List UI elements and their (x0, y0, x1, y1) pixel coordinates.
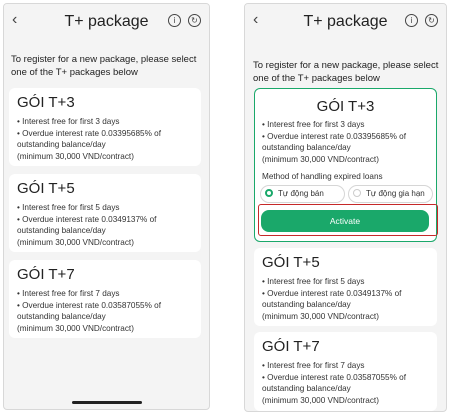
history-icon[interactable]: ↻ (425, 14, 438, 27)
minimum-text: (minimum 30,000 VND/contract) (17, 151, 134, 161)
balance-text: outstanding balance/day (17, 312, 106, 321)
overdue-rate-text: • Overdue interest rate 0.0349137% of (262, 288, 402, 298)
package-title: GÓI T+7 (17, 266, 75, 283)
balance-text: outstanding balance/day (262, 143, 351, 152)
option-label: Tự động bán (278, 189, 324, 198)
option-auto-extend[interactable]: Tự động gia hạn (348, 185, 433, 203)
minimum-text: (minimum 30,000 VND/contract) (262, 395, 379, 405)
balance-text: outstanding balance/day (17, 140, 106, 149)
option-auto-sell[interactable]: Tự động bán (260, 185, 345, 203)
free-days-text: • Interest free for first 5 days (262, 277, 365, 286)
minimum-text: (minimum 30,000 VND/contract) (17, 237, 134, 247)
balance-text: outstanding balance/day (262, 300, 351, 309)
phone-screen-left: ‹ T+ package i ↻ To register for a new p… (3, 3, 210, 410)
package-details: • Interest free for first 3 days • Overd… (17, 116, 161, 162)
intro-text: To register for a new package, please se… (11, 54, 197, 78)
app-header: ‹ T+ package i ↻ (4, 4, 209, 38)
package-card-t5[interactable]: GÓI T+5 • Interest free for first 5 days… (254, 248, 437, 326)
package-details: • Interest free for first 7 days • Overd… (17, 288, 161, 334)
expired-method-label: Method of handling expired loans (262, 172, 383, 181)
app-header: ‹ T+ package i ↻ (245, 4, 446, 38)
package-title: GÓI T+5 (17, 180, 75, 197)
highlight-box (258, 204, 438, 236)
phone-screen-right: ‹ T+ package i ↻ To register for a new p… (244, 3, 447, 412)
package-card-t7[interactable]: GÓI T+7 • Interest free for first 7 days… (254, 332, 437, 411)
overdue-rate-text: • Overdue interest rate 0.03587055% of (262, 372, 406, 382)
intro-text: To register for a new package, please se… (253, 60, 439, 84)
balance-text: outstanding balance/day (262, 384, 351, 393)
overdue-rate-text: • Overdue interest rate 0.03395685% of (17, 128, 161, 138)
option-label: Tự động gia hạn (366, 189, 425, 198)
minimum-text: (minimum 30,000 VND/contract) (262, 154, 379, 164)
package-title: GÓI T+5 (262, 254, 320, 271)
balance-text: outstanding balance/day (17, 226, 106, 235)
package-title: GÓI T+3 (17, 94, 75, 111)
free-days-text: • Interest free for first 7 days (262, 361, 365, 370)
radio-unselected-icon (353, 189, 361, 197)
radio-selected-icon (265, 189, 273, 197)
package-details: • Interest free for first 7 days • Overd… (262, 360, 406, 406)
free-days-text: • Interest free for first 5 days (17, 203, 120, 212)
minimum-text: (minimum 30,000 VND/contract) (17, 323, 134, 333)
info-icon[interactable]: i (168, 14, 181, 27)
history-icon[interactable]: ↻ (188, 14, 201, 27)
package-details: • Interest free for first 3 days • Overd… (262, 119, 406, 165)
overdue-rate-text: • Overdue interest rate 0.03587055% of (17, 300, 161, 310)
package-details: • Interest free for first 5 days • Overd… (262, 276, 401, 322)
overdue-rate-text: • Overdue interest rate 0.03395685% of (262, 131, 406, 141)
minimum-text: (minimum 30,000 VND/contract) (262, 311, 379, 321)
info-icon[interactable]: i (405, 14, 418, 27)
package-title: GÓI T+3 (316, 98, 375, 115)
home-indicator (71, 401, 142, 404)
package-card-t7[interactable]: GÓI T+7 • Interest free for first 7 days… (9, 260, 201, 338)
free-days-text: • Interest free for first 3 days (17, 117, 120, 126)
overdue-rate-text: • Overdue interest rate 0.0349137% of (17, 214, 157, 224)
package-title: GÓI T+7 (262, 338, 320, 355)
free-days-text: • Interest free for first 7 days (17, 289, 120, 298)
package-card-t3[interactable]: GÓI T+3 • Interest free for first 3 days… (9, 88, 201, 166)
package-details: • Interest free for first 5 days • Overd… (17, 202, 156, 248)
free-days-text: • Interest free for first 3 days (262, 120, 365, 129)
package-card-t5[interactable]: GÓI T+5 • Interest free for first 5 days… (9, 174, 201, 252)
